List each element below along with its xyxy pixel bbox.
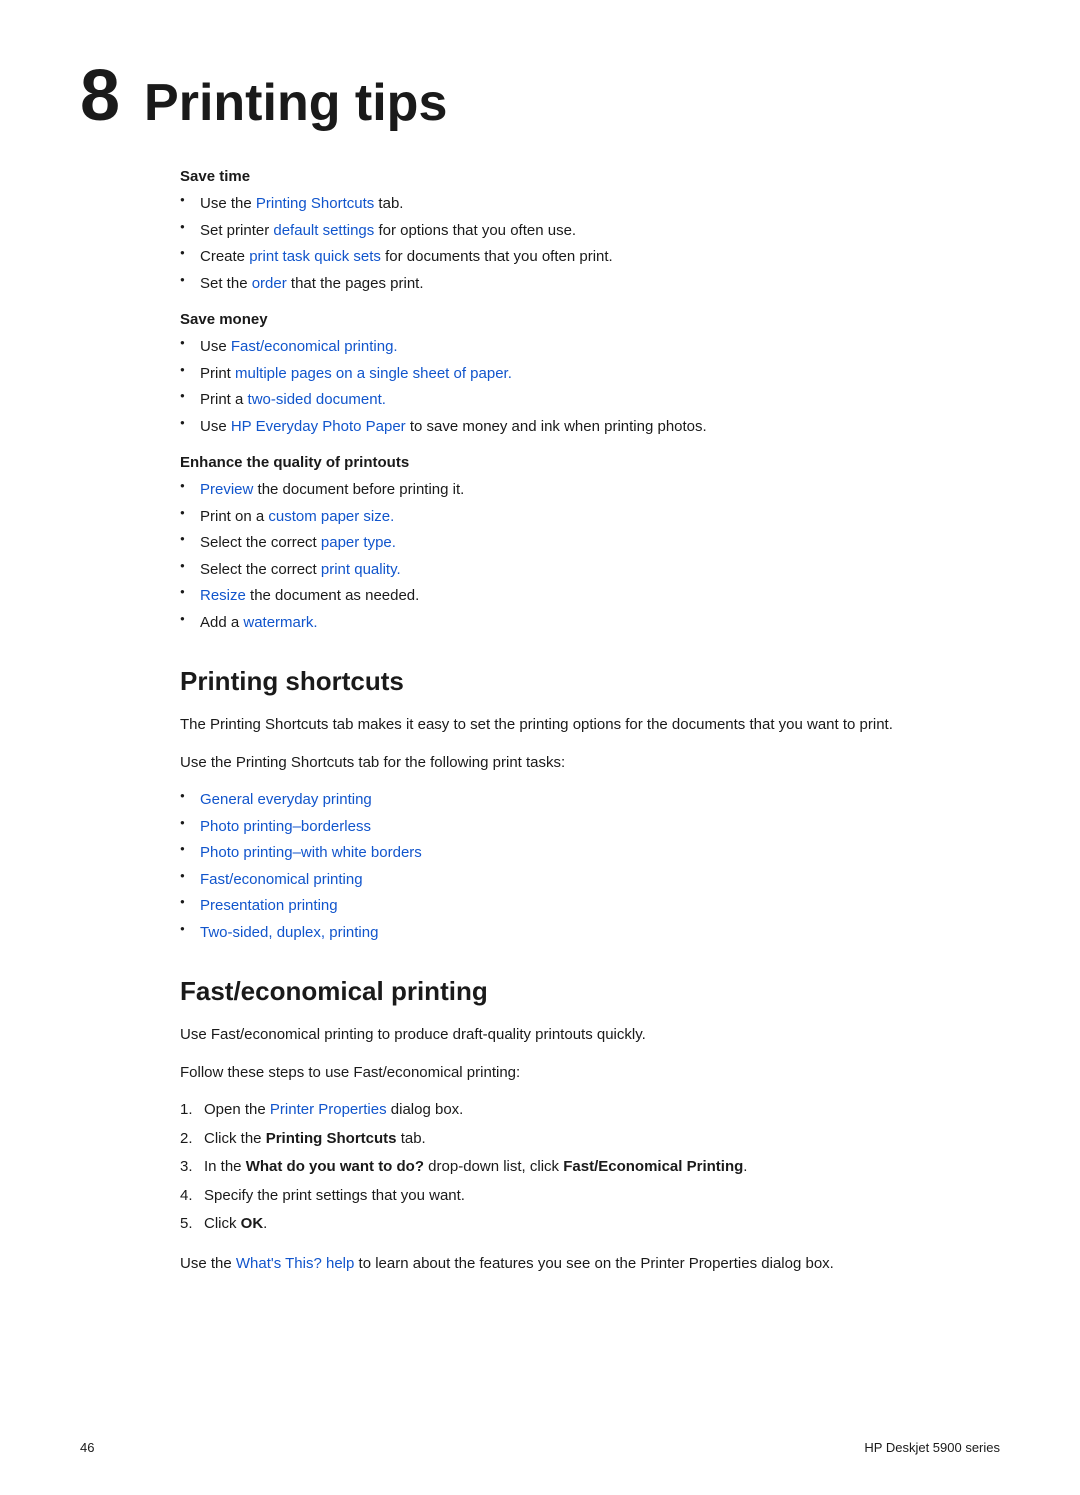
- two-sided-duplex-link[interactable]: Two-sided, duplex, printing: [200, 924, 378, 941]
- list-item: Set the order that the pages print.: [180, 273, 960, 296]
- fast-economical-para1: Use Fast/economical printing to produce …: [180, 1023, 960, 1047]
- step-number: 4.: [180, 1185, 193, 1208]
- list-item: Use HP Everyday Photo Paper to save mone…: [180, 416, 960, 439]
- printing-shortcuts-link[interactable]: Printing Shortcuts: [256, 195, 374, 212]
- fast-economical-printing-link[interactable]: Fast/economical printing: [200, 871, 363, 888]
- product-name: HP Deskjet 5900 series: [864, 1440, 1000, 1455]
- presentation-printing-link[interactable]: Presentation printing: [200, 897, 338, 914]
- list-item: Print multiple pages on a single sheet o…: [180, 363, 960, 386]
- default-settings-link[interactable]: default settings: [273, 222, 374, 239]
- list-item: Add a watermark.: [180, 612, 960, 635]
- general-everyday-printing-link[interactable]: General everyday printing: [200, 791, 372, 808]
- fast-economical-title: Fast/economical printing: [180, 976, 960, 1007]
- chapter-number: 8: [80, 60, 120, 132]
- resize-link[interactable]: Resize: [200, 587, 246, 604]
- list-item: Create print task quick sets for documen…: [180, 246, 960, 269]
- list-item: 1. Open the Printer Properties dialog bo…: [180, 1099, 960, 1122]
- list-item: Photo printing–with white borders: [180, 842, 960, 865]
- list-item: Print on a custom paper size.: [180, 506, 960, 529]
- list-item: Photo printing–borderless: [180, 816, 960, 839]
- step-number: 3.: [180, 1156, 193, 1179]
- footer: 46 HP Deskjet 5900 series: [80, 1440, 1000, 1455]
- step-number: 5.: [180, 1213, 193, 1236]
- list-item: Use the Printing Shortcuts tab.: [180, 193, 960, 216]
- printing-shortcuts-title: Printing shortcuts: [180, 666, 960, 697]
- photo-printing-borderless-link[interactable]: Photo printing–borderless: [200, 818, 371, 835]
- step-number: 1.: [180, 1099, 193, 1122]
- printing-shortcuts-para1: The Printing Shortcuts tab makes it easy…: [180, 713, 960, 737]
- page-number: 46: [80, 1440, 94, 1455]
- save-money-heading: Save money: [180, 311, 960, 328]
- list-item: Select the correct paper type.: [180, 532, 960, 555]
- chapter-title: Printing tips: [144, 77, 447, 129]
- photo-printing-white-borders-link[interactable]: Photo printing–with white borders: [200, 844, 422, 861]
- printing-shortcuts-bold: Printing Shortcuts: [266, 1130, 397, 1147]
- two-sided-link[interactable]: two-sided document.: [248, 391, 386, 408]
- whats-this-help-link[interactable]: What's This? help: [236, 1255, 354, 1272]
- fast-economical-para2: Follow these steps to use Fast/economica…: [180, 1061, 960, 1085]
- list-item: Select the correct print quality.: [180, 559, 960, 582]
- print-task-quick-sets-link[interactable]: print task quick sets: [249, 248, 381, 265]
- list-item: 3. In the What do you want to do? drop-d…: [180, 1156, 960, 1179]
- list-item: Use Fast/economical printing.: [180, 336, 960, 359]
- ok-bold: OK: [241, 1215, 264, 1232]
- save-time-heading: Save time: [180, 168, 960, 185]
- what-do-you-want-bold: What do you want to do?: [246, 1158, 424, 1175]
- printer-properties-link[interactable]: Printer Properties: [270, 1101, 387, 1118]
- preview-link[interactable]: Preview: [200, 481, 253, 498]
- chapter-header: 8 Printing tips: [80, 60, 1000, 132]
- custom-paper-size-link[interactable]: custom paper size.: [268, 508, 394, 525]
- list-item: 5. Click OK.: [180, 1213, 960, 1236]
- list-item: General everyday printing: [180, 789, 960, 812]
- list-item: Fast/economical printing: [180, 869, 960, 892]
- print-quality-link[interactable]: print quality.: [321, 561, 401, 578]
- watermark-link[interactable]: watermark.: [243, 614, 317, 631]
- list-item: Resize the document as needed.: [180, 585, 960, 608]
- list-item: 4. Specify the print settings that you w…: [180, 1185, 960, 1208]
- paper-type-link[interactable]: paper type.: [321, 534, 396, 551]
- enhance-quality-heading: Enhance the quality of printouts: [180, 454, 960, 471]
- content-area: Save time Use the Printing Shortcuts tab…: [80, 168, 1000, 1276]
- list-item: Print a two-sided document.: [180, 389, 960, 412]
- list-item: Preview the document before printing it.: [180, 479, 960, 502]
- enhance-quality-list: Preview the document before printing it.…: [180, 479, 960, 634]
- list-item: Two-sided, duplex, printing: [180, 922, 960, 945]
- step-number: 2.: [180, 1128, 193, 1151]
- save-time-list: Use the Printing Shortcuts tab. Set prin…: [180, 193, 960, 295]
- printing-shortcuts-para2: Use the Printing Shortcuts tab for the f…: [180, 751, 960, 775]
- fast-economical-steps: 1. Open the Printer Properties dialog bo…: [180, 1099, 960, 1236]
- printing-shortcuts-list: General everyday printing Photo printing…: [180, 789, 960, 944]
- multiple-pages-link[interactable]: multiple pages on a single sheet of pape…: [235, 365, 512, 382]
- fast-economical-printing-bold: Fast/Economical Printing: [563, 1158, 743, 1175]
- fast-economical-link-1[interactable]: Fast/economical printing.: [231, 338, 398, 355]
- page: 8 Printing tips Save time Use the Printi…: [0, 0, 1080, 1495]
- list-item: Presentation printing: [180, 895, 960, 918]
- list-item: Set printer default settings for options…: [180, 220, 960, 243]
- fast-economical-para3: Use the What's This? help to learn about…: [180, 1252, 960, 1276]
- order-link[interactable]: order: [252, 275, 287, 292]
- hp-everyday-photo-link[interactable]: HP Everyday Photo Paper: [231, 418, 406, 435]
- list-item: 2. Click the Printing Shortcuts tab.: [180, 1128, 960, 1151]
- save-money-list: Use Fast/economical printing. Print mult…: [180, 336, 960, 438]
